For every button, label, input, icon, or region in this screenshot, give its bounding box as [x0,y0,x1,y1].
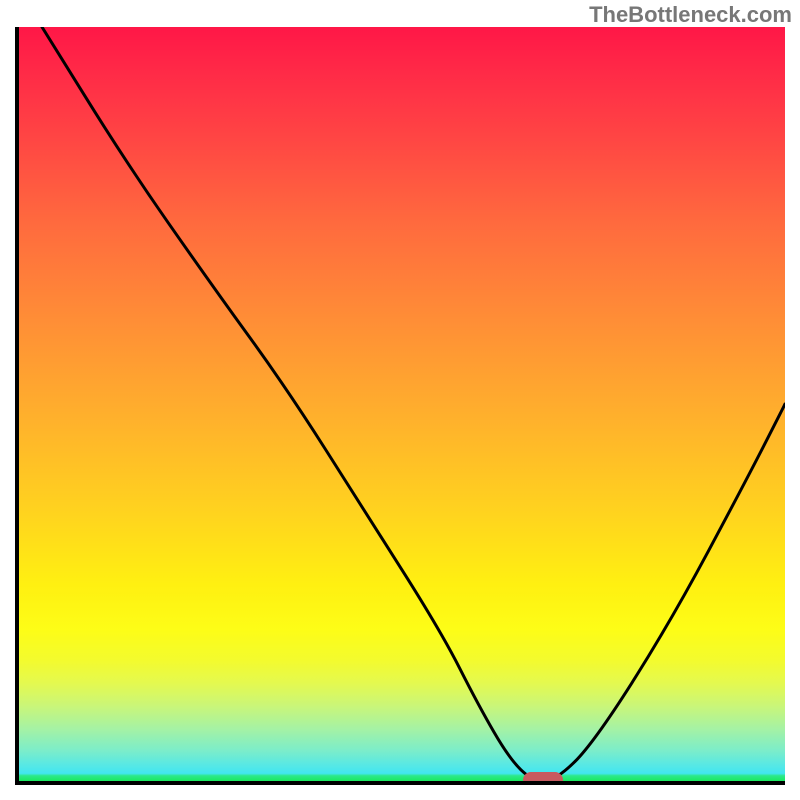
curve-svg [19,27,785,781]
chart-container: TheBottleneck.com [0,0,800,800]
bottleneck-curve-path [42,27,785,781]
sweet-spot-marker [523,772,563,785]
watermark-text: TheBottleneck.com [589,2,792,28]
plot-area [15,27,785,785]
